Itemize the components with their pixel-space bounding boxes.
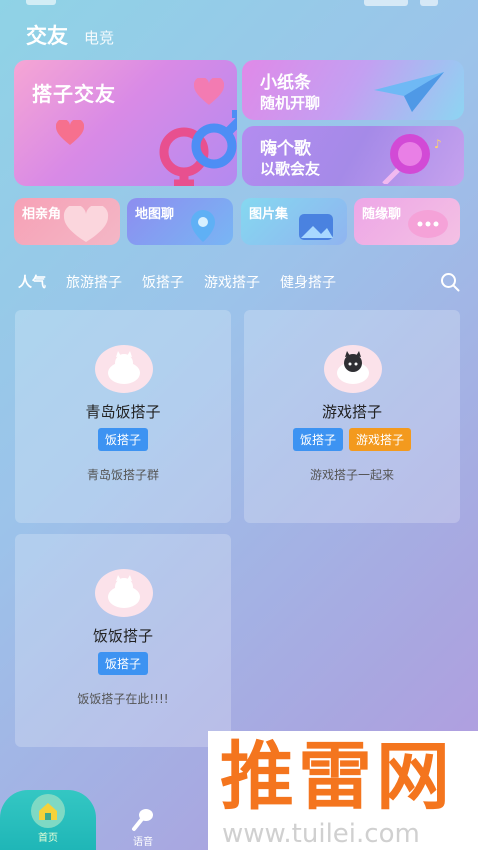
category-food[interactable]: 饭搭子 bbox=[142, 272, 184, 292]
shortcut-gallery[interactable]: 图片集 bbox=[241, 198, 347, 245]
home-tab-bubble bbox=[31, 794, 65, 828]
microphone-icon bbox=[132, 809, 153, 831]
banner-note-subtitle: 随机开聊 bbox=[260, 94, 321, 112]
heart-icon bbox=[56, 120, 84, 145]
group-name: 青岛饭搭子 bbox=[85, 403, 161, 421]
tag-badge: 游戏搭子 bbox=[349, 428, 412, 451]
tab-esports[interactable]: 电竞 bbox=[84, 27, 114, 48]
watermark: 推雷网 www.tuilei.com bbox=[208, 731, 478, 850]
shortcut-label: 地图聊 bbox=[135, 207, 175, 222]
group-name: 饭饭搭子 bbox=[92, 627, 153, 645]
signal-icon bbox=[364, 0, 408, 6]
shortcut-map-chat[interactable]: 地图聊 bbox=[127, 198, 233, 245]
status-bar bbox=[0, 0, 478, 10]
cat-avatar-icon bbox=[95, 569, 153, 617]
category-fitness[interactable]: 健身搭子 bbox=[280, 272, 336, 292]
heart-icon bbox=[63, 206, 109, 242]
watermark-brand: 推雷网 bbox=[220, 734, 454, 820]
svg-text:♪: ♪ bbox=[434, 137, 442, 151]
search-icon[interactable] bbox=[440, 272, 460, 292]
banner-song-title: 嗨个歌 bbox=[260, 139, 311, 159]
shortcut-label: 相亲角 bbox=[22, 207, 62, 222]
banner-paper-note[interactable]: 小纸条 随机开聊 bbox=[242, 60, 464, 120]
banner-note-title: 小纸条 bbox=[260, 73, 311, 93]
category-travel[interactable]: 旅游搭子 bbox=[66, 272, 122, 292]
tag-badge: 饭搭子 bbox=[97, 652, 148, 675]
category-popular[interactable]: 人气 bbox=[18, 272, 46, 292]
group-name: 游戏搭子 bbox=[321, 403, 382, 421]
group-tags: 饭搭子 bbox=[15, 652, 231, 675]
cat-avatar-icon bbox=[324, 345, 382, 393]
tag-badge: 饭搭子 bbox=[97, 428, 148, 451]
heart-icon bbox=[194, 78, 224, 105]
map-pin-icon bbox=[191, 210, 215, 242]
group-description: 青岛饭搭子群 bbox=[86, 468, 159, 482]
cat-avatar-icon bbox=[95, 345, 153, 393]
tab-friends[interactable]: 交友 bbox=[26, 20, 68, 50]
gender-symbol-icon bbox=[159, 110, 237, 186]
tab-home[interactable]: 首页 bbox=[0, 790, 96, 850]
home-icon bbox=[39, 803, 57, 820]
shortcut-random-chat[interactable]: 随缘聊 bbox=[354, 198, 460, 245]
banner-song-subtitle: 以歌会友 bbox=[260, 160, 321, 178]
watermark-url: www.tuilei.com bbox=[222, 819, 420, 849]
banner-sing-song[interactable]: 嗨个歌 以歌会友 ♪ bbox=[242, 126, 464, 186]
category-tabs: 人气 旅游搭子 饭搭子 游戏搭子 健身搭子 bbox=[18, 272, 460, 292]
group-card[interactable]: 游戏搭子 饭搭子 游戏搭子 游戏搭子一起来 bbox=[244, 310, 460, 523]
shortcut-label: 图片集 bbox=[249, 207, 289, 222]
status-time bbox=[26, 0, 56, 5]
chat-bubble-icon bbox=[408, 210, 448, 238]
tab-home-label: 首页 bbox=[38, 833, 58, 844]
tab-voice[interactable]: 语音 bbox=[118, 805, 168, 850]
shortcut-label: 随缘聊 bbox=[362, 207, 402, 222]
paper-plane-icon bbox=[374, 72, 444, 112]
lollipop-icon: ♪ bbox=[382, 134, 442, 184]
shortcut-matchmaking[interactable]: 相亲角 bbox=[14, 198, 120, 245]
group-card[interactable]: 饭饭搭子 饭搭子 饭饭搭子在此!!!! bbox=[15, 534, 231, 747]
category-game[interactable]: 游戏搭子 bbox=[204, 272, 260, 292]
group-card[interactable]: 青岛饭搭子 饭搭子 青岛饭搭子群 bbox=[15, 310, 231, 523]
tab-voice-label: 语音 bbox=[133, 837, 153, 848]
banner-partner-title: 搭子交友 bbox=[32, 82, 116, 106]
tag-badge: 饭搭子 bbox=[292, 428, 343, 451]
wifi-icon bbox=[420, 0, 438, 6]
group-tags: 饭搭子 bbox=[15, 428, 231, 451]
picture-icon bbox=[299, 214, 333, 240]
group-tags: 饭搭子 游戏搭子 bbox=[244, 428, 460, 451]
group-description: 饭饭搭子在此!!!! bbox=[77, 692, 169, 706]
top-tabs: 交友 电竞 bbox=[26, 20, 114, 50]
group-description: 游戏搭子一起来 bbox=[309, 468, 394, 482]
banner-partner-friends[interactable]: 搭子交友 bbox=[14, 60, 237, 186]
